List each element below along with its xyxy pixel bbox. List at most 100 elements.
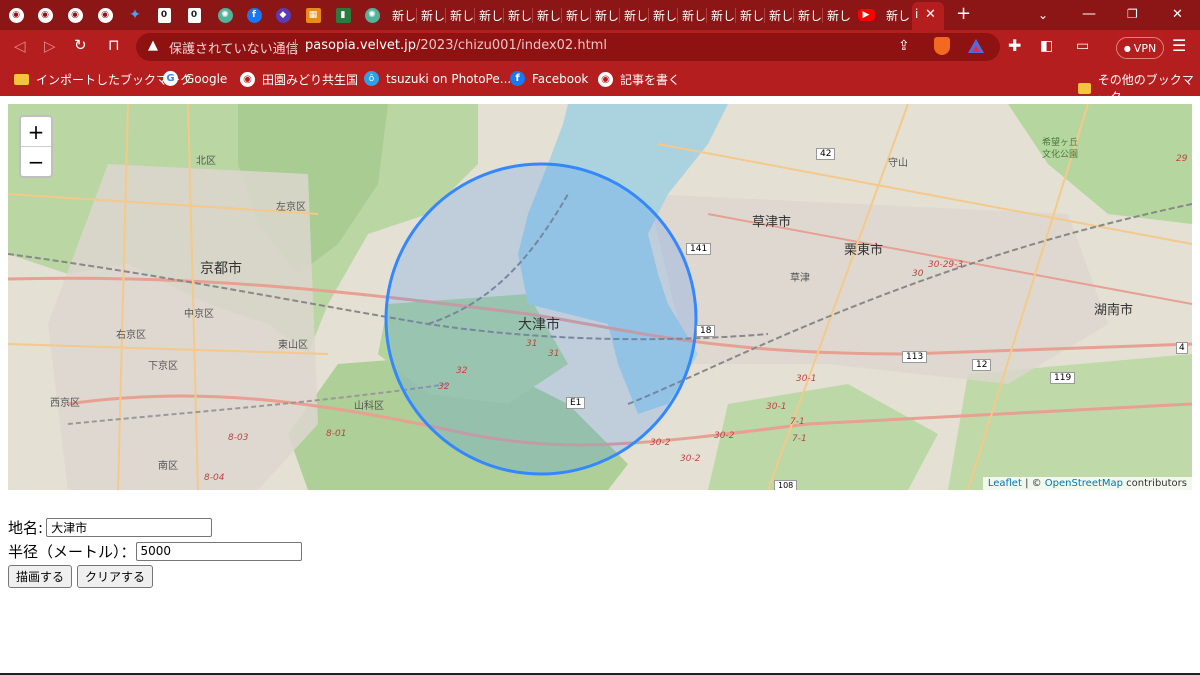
tab-new-16[interactable]: 新し <box>827 7 851 24</box>
address-divider <box>295 39 296 55</box>
radius-input[interactable]: 5000 <box>135 541 302 561</box>
tab-facebook[interactable]: f <box>241 4 267 26</box>
bookmark-icon[interactable]: ⊓ <box>108 36 120 54</box>
zoom-out-button[interactable]: − <box>21 147 51 176</box>
tab-separator <box>532 8 533 23</box>
reload-icon[interactable]: ↻ <box>74 36 87 54</box>
window-close-icon[interactable]: ✕ <box>1172 7 1183 22</box>
bookmark-write-article[interactable]: ◉ 記事を書く <box>598 71 680 88</box>
facebook-icon: f <box>246 7 262 23</box>
tab-new-10[interactable]: 新し <box>653 7 677 24</box>
map-container[interactable]: 北区 左京区 京都市 中京区 右京区 下京区 東山区 西京区 山科区 南区 大津… <box>8 104 1192 490</box>
tab-separator <box>590 8 591 23</box>
globe-icon: ◉ <box>97 7 113 23</box>
tab-new-15[interactable]: 新し <box>798 7 822 24</box>
draw-button[interactable]: 描画する <box>8 564 73 588</box>
place-input[interactable]: 大津市 <box>46 517 213 537</box>
map-label: 下京区 <box>148 361 178 372</box>
chatgpt-icon: ✺ <box>217 7 233 23</box>
road-number: 8-03 <box>228 433 249 443</box>
tab-new-2[interactable]: 新し <box>421 7 445 24</box>
tab-chatgpt-2[interactable]: ✺ <box>359 4 385 26</box>
tab-purple[interactable]: ◆ <box>270 4 296 26</box>
tab-globe-1[interactable]: ◉ <box>3 4 29 26</box>
tab-new-8[interactable]: 新し <box>595 7 619 24</box>
tab-globe-3[interactable]: ◉ <box>62 4 88 26</box>
sidebar-icon[interactable]: ◧ <box>1040 38 1053 54</box>
tab-new-1[interactable]: 新し <box>392 7 416 24</box>
road-number: 30-1 <box>766 402 787 412</box>
tab-new-12[interactable]: 新し <box>711 7 735 24</box>
brave-shields-icon[interactable] <box>934 37 950 55</box>
tab-globe-2[interactable]: ◉ <box>32 4 58 26</box>
restore-icon[interactable]: ❐ <box>1127 7 1138 21</box>
tab-globe-4[interactable]: ◉ <box>92 4 118 26</box>
security-status[interactable]: 保護されていない通信 <box>169 38 299 57</box>
url-text[interactable]: pasopia.velvet.jp/2023/chizu001/index02.… <box>305 38 607 53</box>
road-number: 32 <box>456 366 468 376</box>
road-number: 32 <box>438 382 450 392</box>
tab-separator <box>561 8 562 23</box>
map-label: 中京区 <box>184 309 214 320</box>
urban-area <box>648 194 1108 384</box>
map-label: 湖南市 <box>1094 303 1134 318</box>
route-shield: 18 <box>696 325 716 337</box>
tab-orange[interactable]: ▦ <box>300 4 326 26</box>
minimize-icon[interactable]: — <box>1082 6 1096 22</box>
map-label: 北区 <box>196 156 216 167</box>
map-label: 南区 <box>158 461 178 472</box>
globe-icon: ◉ <box>8 7 24 23</box>
bookmark-facebook[interactable]: f Facebook <box>510 71 588 86</box>
bookmark-label: Google <box>185 71 228 86</box>
forward-icon[interactable]: ▷ <box>44 37 56 55</box>
bookmark-other[interactable]: その他のブックマーク <box>1078 71 1200 105</box>
tab-new-4[interactable]: 新し <box>479 7 503 24</box>
route-shield: 4 <box>1176 342 1188 354</box>
tab-new-9[interactable]: 新し <box>624 7 648 24</box>
osm-link[interactable]: OpenStreetMap <box>1045 478 1123 489</box>
route-shield: 42 <box>816 148 836 160</box>
tsuzuki-icon: ô <box>364 71 379 86</box>
facebook-icon: f <box>510 71 525 86</box>
tab-new-14[interactable]: 新し <box>769 7 793 24</box>
leaflet-link[interactable]: Leaflet <box>988 478 1022 489</box>
wallet-icon[interactable]: ▭ <box>1076 38 1089 54</box>
tab-youtube[interactable]: ▶ <box>853 4 879 26</box>
clear-button[interactable]: クリアする <box>77 564 154 588</box>
close-tab-icon[interactable]: ✕ <box>925 7 936 22</box>
tab-twitter[interactable]: ✦ <box>122 4 148 26</box>
tab-new-13[interactable]: 新し <box>740 7 764 24</box>
extensions-icon[interactable]: ✚ <box>1008 36 1021 55</box>
tab-new-3[interactable]: 新し <box>450 7 474 24</box>
map-label: 京都市 <box>200 261 242 277</box>
globe-icon: ◉ <box>240 72 255 87</box>
tab-separator <box>445 8 446 23</box>
road-number: 30-29-3 <box>928 260 964 270</box>
back-icon[interactable]: ◁ <box>14 37 26 55</box>
route-shield: 108 <box>774 480 798 490</box>
tab-new-11[interactable]: 新し <box>682 7 706 24</box>
tab-new-5[interactable]: 新し <box>508 7 532 24</box>
tab-new-6[interactable]: 新し <box>537 7 561 24</box>
map-label: 西京区 <box>50 398 80 409</box>
bookmark-google[interactable]: G Google <box>163 71 227 86</box>
place-row: 地名: 大津市 <box>8 515 302 539</box>
tab-green[interactable]: ▮ <box>330 4 356 26</box>
google-icon: G <box>163 71 178 86</box>
new-tab-button[interactable]: + <box>956 3 971 24</box>
tab-new-17[interactable]: 新し <box>886 7 910 24</box>
share-icon[interactable]: ⇪ <box>898 38 910 54</box>
tab-doc-1[interactable]: 0 <box>151 4 177 26</box>
bookmark-denen[interactable]: ◉ 田園みどり共生国 <box>240 71 358 88</box>
menu-icon[interactable]: ☰ <box>1172 36 1186 55</box>
bookmark-tsuzuki[interactable]: ô tsuzuki on PhotoPe... <box>364 71 511 86</box>
vpn-button[interactable]: ● VPN <box>1116 37 1164 59</box>
tab-chatgpt-1[interactable]: ✺ <box>212 4 238 26</box>
warning-icon[interactable]: ▲ <box>148 38 158 53</box>
zoom-in-button[interactable]: + <box>21 117 51 147</box>
youtube-icon: ▶ <box>857 9 875 21</box>
tab-new-7[interactable]: 新し <box>566 7 590 24</box>
chevron-down-icon[interactable]: ⌄ <box>1038 8 1048 22</box>
map-tiles <box>8 104 1192 490</box>
tab-doc-2[interactable]: 0 <box>181 4 207 26</box>
